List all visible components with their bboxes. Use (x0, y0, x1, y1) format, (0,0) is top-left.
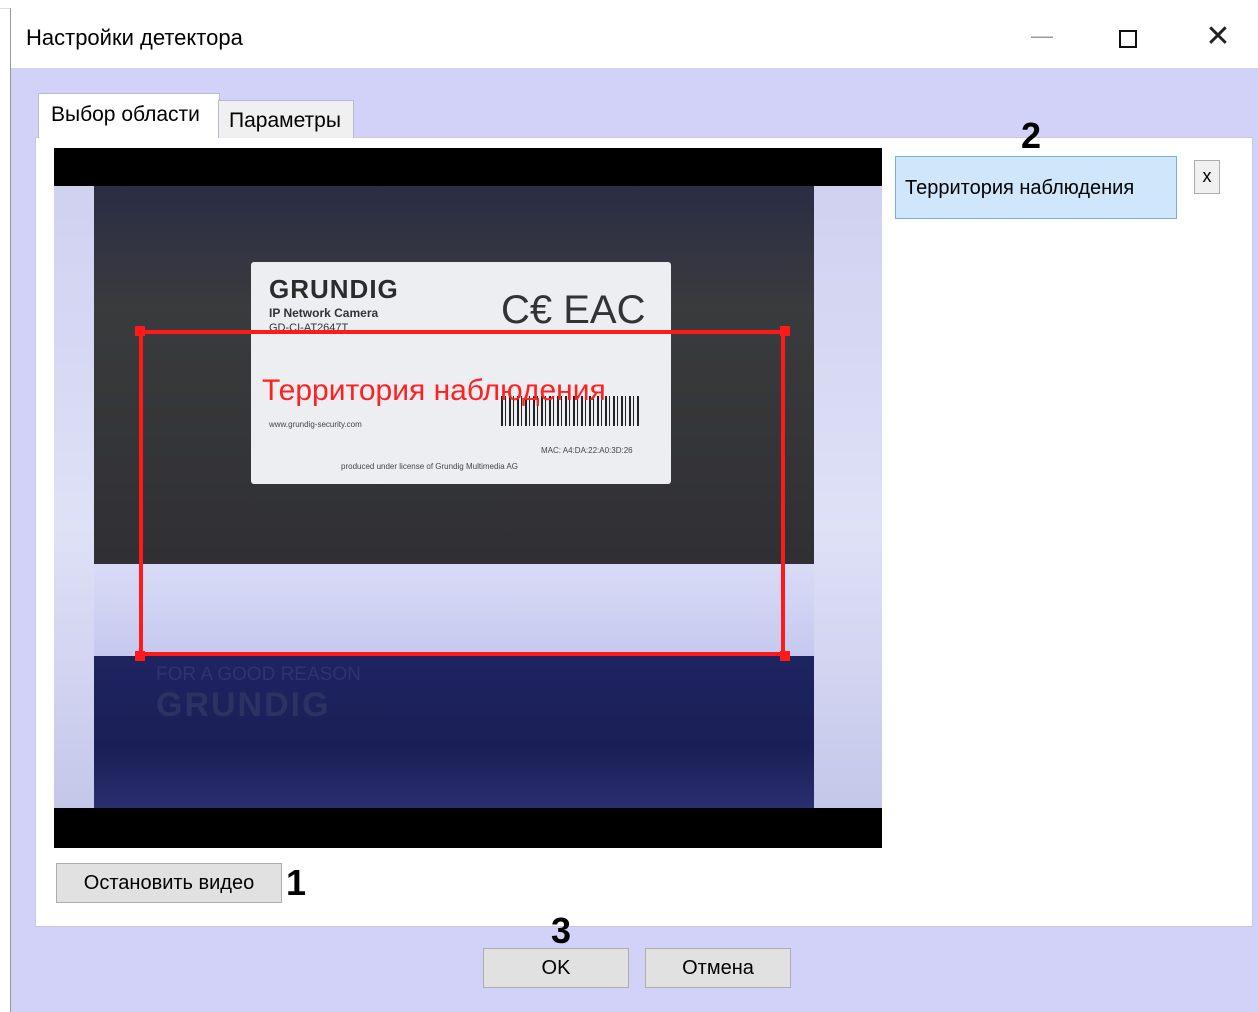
label-model: IP Network Camera (269, 306, 379, 320)
title-bar[interactable]: Настройки детектора — ✕ (11, 8, 1258, 68)
label-brand: GRUNDIG (269, 274, 399, 304)
zone-handle-top-left[interactable] (135, 326, 145, 336)
cancel-button[interactable]: Отмена (645, 948, 791, 988)
tab-parameters[interactable]: Параметры (218, 100, 354, 138)
zone-handle-bottom-right[interactable] (780, 651, 790, 661)
callout-2: 2 (1021, 115, 1042, 156)
box-brand: GRUNDIG (156, 686, 331, 724)
zone-label: Территория наблюдения (262, 374, 606, 407)
maximize-icon (1119, 30, 1137, 48)
box-slogan: FOR A GOOD REASON (156, 664, 361, 685)
ok-button[interactable]: OK (483, 948, 629, 988)
certification-marks: C€ EAC (501, 288, 646, 332)
video-preview[interactable]: GRUNDIG IP Network Camera GD-CI-AT2647T … (54, 148, 882, 848)
minimize-icon: — (1031, 23, 1053, 48)
callout-3: 3 (551, 910, 572, 951)
window-title: Настройки детектора (26, 25, 243, 50)
zone-list-item[interactable]: Территория наблюдения (895, 156, 1177, 219)
delete-zone-button[interactable]: x (1194, 160, 1220, 194)
tab-region-selection[interactable]: Выбор области (38, 93, 220, 138)
maximize-button[interactable] (1105, 16, 1151, 60)
callout-1: 1 (286, 862, 307, 903)
close-button[interactable]: ✕ (1195, 16, 1241, 60)
zone-handle-bottom-left[interactable] (135, 651, 145, 661)
detector-settings-dialog: Настройки детектора — ✕ Выбор области Па… (10, 8, 1258, 1012)
zone-handle-top-right[interactable] (780, 326, 790, 336)
close-icon: ✕ (1205, 20, 1231, 53)
minimize-button[interactable]: — (1019, 16, 1065, 60)
stop-video-button[interactable]: Остановить видео (56, 863, 282, 903)
